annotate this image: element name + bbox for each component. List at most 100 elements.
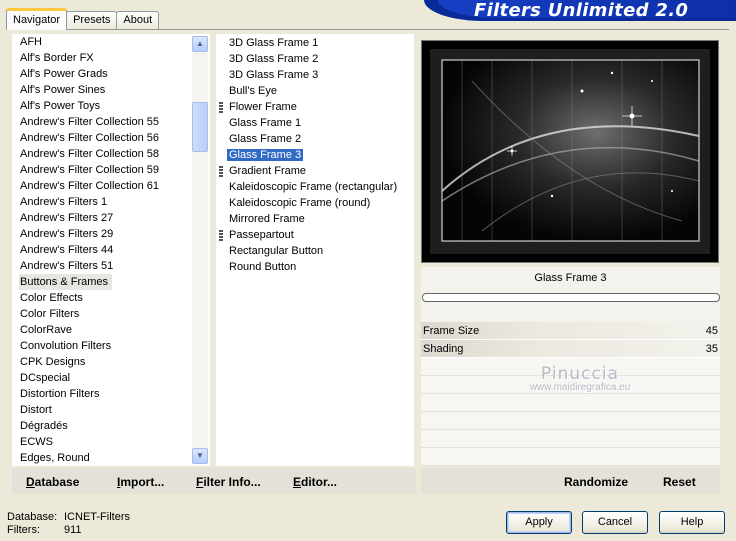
effect-item-label: Round Button bbox=[229, 261, 297, 273]
category-item[interactable]: Color Effects bbox=[19, 290, 210, 306]
category-item[interactable]: Distortion Filters bbox=[19, 386, 210, 402]
effect-item[interactable]: Flower Frame bbox=[216, 99, 414, 115]
control-slot-empty bbox=[421, 376, 720, 394]
filter-info-button[interactable]: Filter Info... bbox=[196, 475, 261, 489]
category-item[interactable]: DCspecial bbox=[19, 370, 210, 386]
category-scrollbar[interactable]: ▲ ▼ bbox=[192, 36, 208, 464]
category-item[interactable]: Dégradés bbox=[19, 418, 210, 434]
effect-item[interactable]: Round Button bbox=[216, 259, 414, 275]
control-shading[interactable]: Shading 35 bbox=[421, 340, 720, 358]
category-item[interactable]: Andrew's Filters 51 bbox=[19, 258, 210, 274]
effect-item-label: Bull's Eye bbox=[229, 85, 277, 97]
tab-about[interactable]: About bbox=[116, 11, 160, 30]
effect-item[interactable]: 3D Glass Frame 3 bbox=[216, 67, 414, 83]
effect-list[interactable]: 3D Glass Frame 1 3D Glass Frame 2 3D Glass… bbox=[216, 34, 414, 466]
bottom-toolbar: Database Import... Filter Info... Editor… bbox=[12, 468, 720, 494]
effect-item-label: 3D Glass Frame 3 bbox=[229, 69, 319, 81]
effect-item-label: Glass Frame 2 bbox=[229, 133, 302, 145]
reset-button[interactable]: Reset bbox=[663, 475, 696, 489]
effect-item-label: Glass Frame 1 bbox=[229, 117, 302, 129]
cancel-button[interactable]: Cancel bbox=[582, 511, 648, 534]
control-value: 35 bbox=[705, 343, 718, 355]
effect-item[interactable]: Gradient Frame bbox=[216, 163, 414, 179]
effect-item[interactable]: Mirrored Frame bbox=[216, 211, 414, 227]
control-rows: Frame Size 45 Shading 35 bbox=[421, 322, 720, 466]
favorite-marker-icon bbox=[219, 230, 223, 241]
database-button[interactable]: Database bbox=[26, 475, 79, 489]
control-label: Frame Size bbox=[423, 325, 480, 337]
effect-item[interactable]: Glass Frame 3 bbox=[216, 147, 414, 163]
control-slot-empty bbox=[421, 448, 720, 466]
category-item[interactable]: Andrew's Filters 44 bbox=[19, 242, 210, 258]
tab-bar: Navigator Presets About bbox=[6, 8, 160, 30]
category-item[interactable]: Andrew's Filters 29 bbox=[19, 226, 210, 242]
effect-item[interactable]: Rectangular Button bbox=[216, 243, 414, 259]
category-items: AFH Alf's Border FX Alf's Power Grads Alf's… bbox=[13, 34, 210, 466]
effect-item[interactable]: Glass Frame 2 bbox=[216, 131, 414, 147]
scroll-down-icon[interactable]: ▼ bbox=[192, 448, 208, 464]
category-item[interactable]: Andrew's Filter Collection 59 bbox=[19, 162, 210, 178]
scroll-thumb[interactable] bbox=[192, 102, 208, 152]
import-button[interactable]: Import... bbox=[117, 475, 164, 489]
effect-item[interactable]: Passepartout bbox=[216, 227, 414, 243]
effect-title: Glass Frame 3 bbox=[534, 272, 607, 284]
database-info: Database: ICNET-Filters Filters: 911 bbox=[7, 511, 130, 537]
category-item[interactable]: Andrew's Filter Collection 56 bbox=[19, 130, 210, 146]
category-item[interactable]: Alf's Border FX bbox=[19, 50, 210, 66]
category-item[interactable]: Distort bbox=[19, 402, 210, 418]
favorite-marker-icon bbox=[219, 102, 223, 113]
control-slot-empty bbox=[421, 394, 720, 412]
effect-items: 3D Glass Frame 1 3D Glass Frame 2 3D Glass… bbox=[216, 34, 414, 275]
category-item[interactable]: ECWS bbox=[19, 434, 210, 450]
category-item[interactable]: Convolution Filters bbox=[19, 338, 210, 354]
category-item[interactable]: Andrew's Filter Collection 55 bbox=[19, 114, 210, 130]
favorite-marker-icon bbox=[219, 166, 223, 177]
category-item[interactable]: Andrew's Filter Collection 58 bbox=[19, 146, 210, 162]
effect-item[interactable]: 3D Glass Frame 1 bbox=[216, 35, 414, 51]
category-item[interactable]: Alf's Power Sines bbox=[19, 82, 210, 98]
tabs-divider bbox=[6, 29, 729, 30]
effect-item-label: Rectangular Button bbox=[229, 245, 324, 257]
control-slot-empty bbox=[421, 358, 720, 376]
category-item[interactable]: Color Filters bbox=[19, 306, 210, 322]
effect-item[interactable]: 3D Glass Frame 2 bbox=[216, 51, 414, 67]
effect-item-label: Kaleidoscopic Frame (rectangular) bbox=[229, 181, 398, 193]
effect-item[interactable]: Glass Frame 1 bbox=[216, 115, 414, 131]
category-item[interactable]: Andrew's Filters 1 bbox=[19, 194, 210, 210]
effect-item[interactable]: Bull's Eye bbox=[216, 83, 414, 99]
filters-count: 911 bbox=[64, 524, 82, 536]
apply-button[interactable]: Apply bbox=[506, 511, 572, 534]
help-button[interactable]: Help bbox=[659, 511, 725, 534]
control-slot-empty bbox=[421, 412, 720, 430]
effect-item-label: 3D Glass Frame 1 bbox=[229, 37, 319, 49]
randomize-button[interactable]: Randomize bbox=[564, 475, 628, 489]
category-item[interactable]: Edges, Round bbox=[19, 450, 210, 466]
effect-item[interactable]: Kaleidoscopic Frame (rectangular) bbox=[216, 179, 414, 195]
effect-item-label: 3D Glass Frame 2 bbox=[229, 53, 319, 65]
app-banner: Filters Unlimited 2.0 bbox=[424, 0, 736, 21]
editor-button[interactable]: Editor... bbox=[293, 475, 337, 489]
control-value: 45 bbox=[705, 325, 718, 337]
preview-image bbox=[421, 40, 719, 263]
effect-item-label: Kaleidoscopic Frame (round) bbox=[229, 197, 371, 209]
progress-bar bbox=[422, 293, 720, 302]
effect-item-label: Passepartout bbox=[229, 229, 294, 241]
category-item[interactable]: CPK Designs bbox=[19, 354, 210, 370]
preview-artwork bbox=[422, 41, 718, 262]
category-item[interactable]: AFH bbox=[19, 34, 210, 50]
tab-navigator[interactable]: Navigator bbox=[6, 8, 68, 30]
parameters-panel: Glass Frame 3 Frame Size 45 Shading 35 bbox=[421, 267, 720, 466]
category-item[interactable]: Andrew's Filter Collection 61 bbox=[19, 178, 210, 194]
category-item[interactable]: Andrew's Filters 27 bbox=[19, 210, 210, 226]
control-frame-size[interactable]: Frame Size 45 bbox=[421, 322, 720, 340]
tab-presets[interactable]: Presets bbox=[66, 11, 118, 30]
category-list[interactable]: AFH Alf's Border FX Alf's Power Grads Alf's… bbox=[12, 34, 210, 466]
scroll-up-icon[interactable]: ▲ bbox=[192, 36, 208, 52]
effect-item[interactable]: Kaleidoscopic Frame (round) bbox=[216, 195, 414, 211]
app-title: Filters Unlimited 2.0 bbox=[474, 0, 689, 21]
category-item[interactable]: ColorRave bbox=[19, 322, 210, 338]
category-item[interactable]: Alf's Power Grads bbox=[19, 66, 210, 82]
effect-item-label: Mirrored Frame bbox=[229, 213, 305, 225]
category-item[interactable]: Buttons & Frames bbox=[19, 274, 113, 290]
category-item[interactable]: Alf's Power Toys bbox=[19, 98, 210, 114]
